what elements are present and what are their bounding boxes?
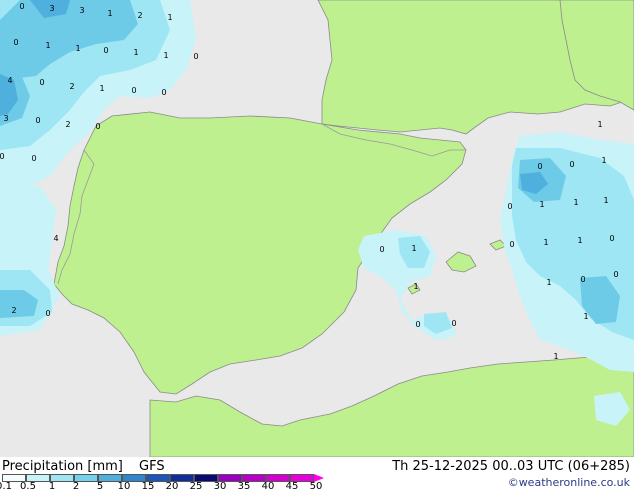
grid-value-label: 1	[413, 282, 418, 291]
grid-value-label: 0	[39, 78, 44, 87]
grid-value-label: 4	[53, 234, 58, 243]
legend-label: 35	[237, 481, 251, 492]
legend-label: 25	[189, 481, 203, 492]
grid-value-label: 1	[603, 196, 608, 205]
grid-value-label: 0	[131, 86, 136, 95]
grid-value-label: 0	[507, 202, 512, 211]
grid-value-label: 2	[65, 120, 70, 129]
legend-label: 2	[72, 481, 80, 492]
legend-label: 30	[213, 481, 227, 492]
grid-value-label: 0	[45, 309, 50, 318]
grid-value-label: 1	[45, 41, 50, 50]
grid-value-label: 0	[569, 160, 574, 169]
grid-value-label: 3	[79, 6, 84, 15]
legend-label: 50	[309, 481, 323, 492]
legend-label: 1	[48, 481, 56, 492]
precipitation-map: 0 3 3 1 2 1 0 1 1 0 1 1 0 4 0 2 1 0 0 3 0 2 0 0 0 4 2 0 1 0 0 1 0 1 1 1 0 1 1 0…	[0, 0, 634, 457]
grid-value-label: 1	[539, 200, 544, 209]
grid-value-label: 1	[543, 238, 548, 247]
grid-value-label: 1	[583, 312, 588, 321]
grid-value-label: 0	[451, 319, 456, 328]
grid-value-label: 1	[133, 48, 138, 57]
legend-label: 15	[141, 481, 155, 492]
grid-value-label: 2	[11, 306, 16, 315]
legend-label: 45	[285, 481, 299, 492]
grid-value-label: 1	[75, 44, 80, 53]
grid-value-label: 1	[99, 84, 104, 93]
grid-value-label: 1	[553, 352, 558, 361]
grid-value-label: 3	[49, 4, 54, 13]
legend-label: 40	[261, 481, 275, 492]
grid-value-label: 1	[577, 236, 582, 245]
legend-label: 0.1	[0, 481, 12, 492]
grid-value-label: 0	[19, 2, 24, 11]
grid-value-label: 0	[95, 122, 100, 131]
grid-value-label: 0	[161, 88, 166, 97]
legend-label: 10	[117, 481, 131, 492]
grid-value-label: 3	[3, 114, 8, 123]
grid-value-label: 1	[167, 13, 172, 22]
grid-value-label: 2	[69, 82, 74, 91]
grid-value-label: 0	[31, 154, 36, 163]
grid-value-label: 0	[35, 116, 40, 125]
grid-value-label: 0	[103, 46, 108, 55]
grid-value-label: 1	[573, 198, 578, 207]
grid-value-label: 0	[379, 245, 384, 254]
grid-value-label: 1	[546, 278, 551, 287]
grid-value-label: 1	[601, 156, 606, 165]
grid-value-label: 2	[137, 11, 142, 20]
grid-value-label: 0	[415, 320, 420, 329]
grid-value-label: 0	[580, 275, 585, 284]
grid-value-label: 1	[411, 244, 416, 253]
grid-value-label: 1	[163, 51, 168, 60]
credit-link[interactable]: ©weatheronline.co.uk	[508, 476, 630, 489]
grid-value-label: 0	[609, 234, 614, 243]
map-footer: Precipitation [mm] GFS Th 25-12-2025 00.…	[0, 457, 634, 492]
grid-value-label: 1	[107, 9, 112, 18]
grid-value-label: 0	[509, 240, 514, 249]
grid-value-label: 0	[13, 38, 18, 47]
legend-label: 20	[165, 481, 179, 492]
grid-value-label: 0	[613, 270, 618, 279]
legend-label: 5	[96, 481, 104, 492]
grid-value-label: 4	[7, 76, 12, 85]
legend-label: 0.5	[20, 481, 36, 492]
grid-value-label: 0	[537, 162, 542, 171]
grid-value-label: 0	[0, 152, 5, 161]
grid-value-label: 0	[193, 52, 198, 61]
grid-value-label: 1	[597, 120, 602, 129]
